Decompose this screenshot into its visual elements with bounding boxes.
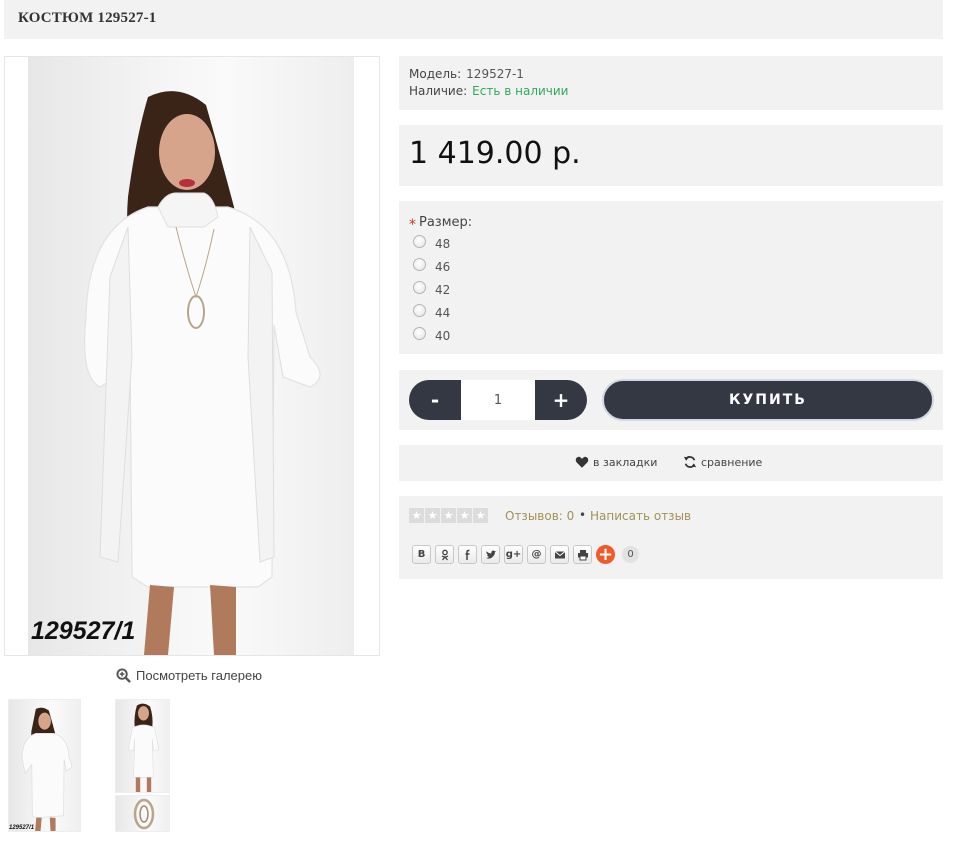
product-title-bar: КОСТЮМ 129527-1 xyxy=(4,0,943,39)
print-button[interactable] xyxy=(573,545,592,564)
heart-icon xyxy=(575,456,589,468)
thumbnail-2-figure xyxy=(127,703,160,792)
reviews-share-panel: ★ ★ ★ ★ ★ Отзывов: 0 • Написать отзыв В … xyxy=(399,496,943,579)
view-gallery-label: Посмотреть галерею xyxy=(136,668,262,683)
mail-ru-share-button[interactable]: @ xyxy=(527,545,546,564)
buy-panel: - 1 + КУПИТЬ xyxy=(399,370,943,430)
vk-share-button[interactable]: В xyxy=(412,545,431,564)
write-review-link[interactable]: Написать отзыв xyxy=(590,509,691,523)
vk-icon: В xyxy=(417,549,426,560)
thumbnail-1-figure xyxy=(21,707,73,831)
stock-status: Есть в наличии xyxy=(472,84,569,98)
thumbnail-2[interactable] xyxy=(115,699,170,793)
zoom-in-icon xyxy=(116,668,131,683)
reviews-count-link[interactable]: Отзывов: 0 xyxy=(505,509,574,523)
size-radio[interactable] xyxy=(413,234,426,248)
size-option-label: 44 xyxy=(435,306,451,320)
size-option-46[interactable]: 46 xyxy=(413,257,451,274)
odnoklassniki-share-button[interactable] xyxy=(435,545,454,564)
increase-quantity-button[interactable]: + xyxy=(535,380,587,420)
size-option-label: 42 xyxy=(435,283,451,297)
model-label: Модель: xyxy=(409,67,462,81)
size-option-label: 40 xyxy=(435,329,451,343)
thumbnail-1[interactable]: 129527/1 xyxy=(8,699,81,832)
product-title: КОСТЮМ 129527-1 xyxy=(18,10,157,26)
facebook-icon xyxy=(465,549,469,560)
size-radio[interactable] xyxy=(413,303,426,317)
quantity-input[interactable]: 1 xyxy=(461,380,535,420)
size-option-label: 48 xyxy=(435,237,451,251)
share-buttons: В g+ @ + 0 xyxy=(412,545,639,564)
share-counter: 0 xyxy=(622,546,639,563)
rating-stars: ★ ★ ★ ★ ★ xyxy=(409,508,488,523)
size-option-40[interactable]: 40 xyxy=(413,326,451,343)
add-to-bookmarks-link[interactable]: в закладки xyxy=(575,455,657,469)
more-share-plus-icon[interactable]: + xyxy=(596,545,615,564)
compare-label: сравнение xyxy=(701,455,763,469)
thumbnail-code-label: 129527/1 xyxy=(9,825,35,831)
reviews-separator: • xyxy=(579,508,587,522)
buy-button[interactable]: КУПИТЬ xyxy=(602,379,934,421)
refresh-icon xyxy=(683,456,697,468)
add-to-compare-link[interactable]: сравнение xyxy=(683,455,762,469)
envelope-icon xyxy=(554,550,565,558)
size-label: Размер: xyxy=(419,215,473,230)
size-option-42[interactable]: 42 xyxy=(413,280,451,297)
thumbnail-3-pendant xyxy=(133,798,155,830)
stock-label: Наличие: xyxy=(409,84,468,98)
star-icon: ★ xyxy=(473,508,488,523)
star-icon: ★ xyxy=(409,508,424,523)
bookmarks-label: в закладки xyxy=(593,455,658,469)
size-radio[interactable] xyxy=(413,280,426,294)
wishlist-compare-panel: в закладки сравнение xyxy=(399,445,943,481)
printer-icon xyxy=(577,549,588,560)
model-figure xyxy=(84,91,321,655)
main-image-frame: 129527/1 xyxy=(4,56,380,656)
facebook-share-button[interactable] xyxy=(458,545,477,564)
odnoklassniki-icon xyxy=(441,549,448,560)
product-info-panel: Модель: 129527-1 Наличие: Есть в наличии xyxy=(399,56,943,110)
star-icon: ★ xyxy=(457,508,472,523)
star-icon: ★ xyxy=(425,508,440,523)
decrease-quantity-button[interactable]: - xyxy=(409,380,461,420)
size-option-44[interactable]: 44 xyxy=(413,303,451,320)
size-option-48[interactable]: 48 xyxy=(413,234,451,251)
google-plus-icon: g+ xyxy=(505,549,522,560)
size-option-title: * Размер: xyxy=(409,214,473,233)
stock-row: Наличие: Есть в наличии xyxy=(409,84,568,98)
required-mark: * xyxy=(409,217,416,233)
model-row: Модель: 129527-1 xyxy=(409,67,524,81)
size-radio[interactable] xyxy=(413,257,426,271)
model-value: 129527-1 xyxy=(466,67,524,81)
twitter-icon xyxy=(485,549,496,559)
google-plus-share-button[interactable]: g+ xyxy=(504,545,523,564)
size-radio[interactable] xyxy=(413,326,426,340)
at-sign-icon: @ xyxy=(531,549,542,560)
size-options-panel: * Размер: 48 46 42 44 40 xyxy=(399,201,943,354)
product-price: 1 419.00 р. xyxy=(409,136,581,171)
view-gallery-link[interactable]: Посмотреть галерею xyxy=(116,668,262,683)
size-option-label: 46 xyxy=(435,260,451,274)
twitter-share-button[interactable] xyxy=(481,545,500,564)
main-product-image[interactable]: 129527/1 xyxy=(28,57,354,655)
price-panel: 1 419.00 р. xyxy=(399,125,943,186)
photo-code-label: 129527/1 xyxy=(31,617,136,645)
email-share-button[interactable] xyxy=(550,545,569,564)
star-icon: ★ xyxy=(441,508,456,523)
quantity-stepper: - 1 + xyxy=(409,380,587,420)
thumbnail-3[interactable] xyxy=(115,795,170,832)
